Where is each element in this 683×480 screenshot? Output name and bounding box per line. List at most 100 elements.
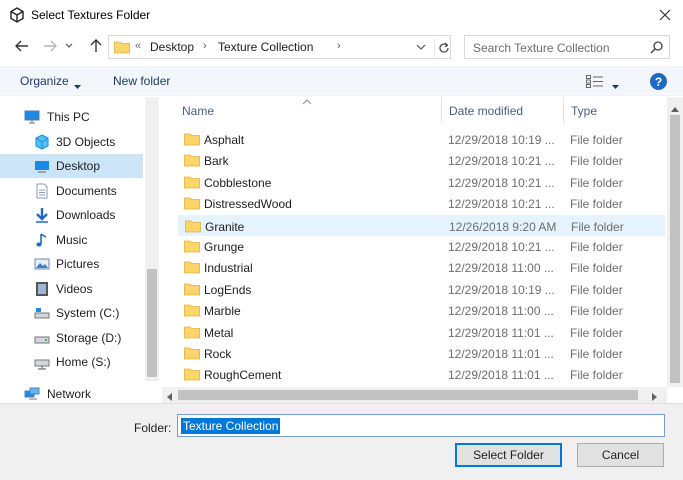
nav-item-videos[interactable]: Videos xyxy=(0,277,143,301)
scrollbar-thumb[interactable] xyxy=(147,269,157,377)
file-date-modified: 12/29/2018 11:00 ... xyxy=(448,261,554,276)
file-date-modified: 12/29/2018 10:21 ... xyxy=(448,240,555,254)
file-type: File folder xyxy=(570,304,623,319)
folder-icon xyxy=(184,196,200,213)
nav-item-system-c[interactable]: System (C:) xyxy=(0,301,143,325)
address-dropdown-icon[interactable] xyxy=(416,41,426,56)
breadcrumb-texture-collection[interactable]: Texture Collection xyxy=(218,40,313,54)
close-icon xyxy=(659,9,671,21)
navigation-scrollbar[interactable] xyxy=(145,97,159,381)
nav-item-label: This PC xyxy=(47,110,90,124)
music-icon xyxy=(34,232,50,248)
file-date-modified: 12/29/2018 10:21 ... xyxy=(448,154,555,169)
nav-item-label: Documents xyxy=(56,184,117,198)
help-button[interactable]: ? xyxy=(650,73,667,90)
breadcrumb-chevron-icon[interactable]: › xyxy=(337,40,341,52)
folder-field-value[interactable]: Texture Collection xyxy=(181,418,281,434)
folder-icon xyxy=(184,367,200,384)
organize-button[interactable]: Organize xyxy=(20,74,69,88)
nav-item-documents[interactable]: Documents xyxy=(0,179,143,203)
horizontal-scrollbar[interactable] xyxy=(162,387,667,403)
table-row[interactable]: Cobblestone 12/29/2018 10:21 ... File fold… xyxy=(178,172,665,193)
breadcrumb-chevron-icon[interactable]: › xyxy=(203,40,207,52)
nav-item-label: Desktop xyxy=(56,159,101,173)
column-header-type[interactable]: Type xyxy=(564,97,664,123)
vertical-scrollbar[interactable] xyxy=(667,97,683,387)
table-row[interactable]: Asphalt 12/29/2018 10:19 ... File folder xyxy=(178,129,665,150)
up-button[interactable] xyxy=(86,36,106,56)
view-dropdown-icon[interactable] xyxy=(612,78,619,92)
nav-item-label: Home (S:) xyxy=(56,355,111,369)
forward-button[interactable] xyxy=(40,36,60,56)
scroll-left-icon[interactable] xyxy=(166,390,172,404)
table-row[interactable]: RoughCement 12/29/2018 11:01 ... File fold… xyxy=(178,364,665,385)
file-list: Name Date modified Type Asphalt 12/29/201… xyxy=(162,97,667,403)
table-row[interactable]: Metal 12/29/2018 11:01 ... File folder xyxy=(178,322,665,343)
nav-item-label: System (C:) xyxy=(56,306,120,320)
table-row[interactable]: Marble 12/29/2018 11:00 ... File folder xyxy=(178,300,665,321)
folder-icon xyxy=(184,260,200,277)
table-row[interactable]: LogEnds 12/29/2018 10:19 ... File folder xyxy=(178,279,665,300)
nav-item-label: Music xyxy=(56,233,88,247)
cancel-button[interactable]: Cancel xyxy=(577,443,664,467)
table-row[interactable]: Industrial 12/29/2018 11:00 ... File folde… xyxy=(178,257,665,278)
sort-ascending-icon xyxy=(302,97,312,108)
folder-field[interactable]: Texture Collection xyxy=(177,414,665,437)
table-row[interactable]: Bark 12/29/2018 10:21 ... File folder xyxy=(178,150,665,171)
file-name: Metal xyxy=(204,325,234,340)
chevron-down-icon xyxy=(65,43,73,48)
recent-locations-button[interactable] xyxy=(62,36,76,56)
folder-icon xyxy=(184,175,200,192)
folder-icon xyxy=(184,132,200,149)
address-bar[interactable]: « Desktop › Texture Collection › xyxy=(108,35,451,59)
scroll-right-icon[interactable] xyxy=(652,390,658,404)
file-name: Rock xyxy=(204,347,232,361)
nav-item-downloads[interactable]: Downloads xyxy=(0,203,143,227)
scrollbar-thumb[interactable] xyxy=(670,115,680,383)
nav-item-3d-objects[interactable]: 3D Objects xyxy=(0,130,143,154)
nav-item-pictures[interactable]: Pictures xyxy=(0,252,143,276)
file-type: File folder xyxy=(570,347,623,361)
refresh-button[interactable] xyxy=(434,39,452,57)
folder-icon xyxy=(184,153,200,170)
scroll-up-icon[interactable] xyxy=(671,101,679,115)
file-name: DistressedWood xyxy=(204,197,292,212)
select-folder-button[interactable]: Select Folder xyxy=(455,443,562,467)
file-type: File folder xyxy=(570,154,623,169)
new-folder-button[interactable]: New folder xyxy=(113,74,170,88)
nav-item-label: Network xyxy=(47,387,92,401)
search-placeholder: Search Texture Collection xyxy=(473,41,610,55)
file-type: File folder xyxy=(570,325,623,340)
organize-dropdown-icon[interactable] xyxy=(74,78,81,92)
nav-item-storage-d[interactable]: Storage (D:) xyxy=(0,326,143,350)
window-title: Select Textures Folder xyxy=(31,8,151,22)
column-header-name[interactable]: Name xyxy=(162,97,442,123)
column-header-date[interactable]: Date modified xyxy=(442,97,564,123)
file-name: Bark xyxy=(204,154,229,169)
file-date-modified: 12/29/2018 11:01 ... xyxy=(448,368,554,383)
nav-item-home-s[interactable]: Home (S:) xyxy=(0,350,143,374)
table-row[interactable]: DistressedWood 12/29/2018 10:21 ... File f… xyxy=(178,193,665,214)
nav-item-desktop[interactable]: Desktop xyxy=(0,154,143,178)
navigation-pane: This PC 3D Objects Desktop Documents Dow… xyxy=(0,97,160,403)
videos-icon xyxy=(34,281,50,297)
file-date-modified: 12/29/2018 10:19 ... xyxy=(448,282,555,297)
folder-icon xyxy=(184,239,200,256)
close-button[interactable] xyxy=(650,3,680,27)
search-icon[interactable] xyxy=(650,40,664,57)
nav-item-music[interactable]: Music xyxy=(0,228,143,252)
breadcrumb-desktop[interactable]: Desktop xyxy=(150,40,194,54)
up-arrow-icon xyxy=(90,39,102,52)
table-row[interactable]: Granite 12/26/2018 9:20 AM File folder xyxy=(178,214,665,236)
file-type: File folder xyxy=(571,219,624,234)
column-header-label: Type xyxy=(571,104,598,118)
search-box[interactable]: Search Texture Collection xyxy=(464,35,670,59)
scrollbar-thumb[interactable] xyxy=(178,390,638,400)
nav-item-this-pc[interactable]: This PC xyxy=(0,105,143,129)
back-button[interactable] xyxy=(12,36,32,56)
table-row[interactable]: Grunge 12/29/2018 10:21 ... File folder xyxy=(178,236,665,257)
view-options-icon[interactable] xyxy=(586,74,604,91)
file-date-modified: 12/29/2018 10:21 ... xyxy=(448,175,555,190)
table-row[interactable]: Rock 12/29/2018 11:01 ... File folder xyxy=(178,343,665,364)
column-header-label: Name xyxy=(182,104,215,118)
